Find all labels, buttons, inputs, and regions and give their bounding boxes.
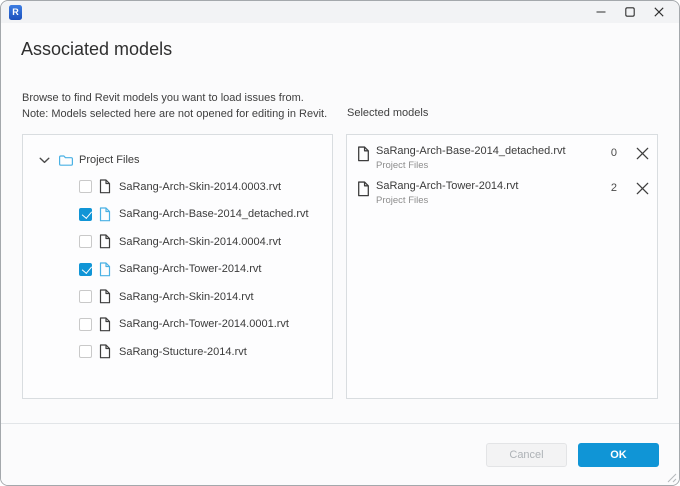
checkbox[interactable] xyxy=(79,345,92,358)
tree-item-label: SaRang-Arch-Skin-2014.0003.rvt xyxy=(119,181,281,193)
file-icon xyxy=(99,317,111,332)
tree-item-label: SaRang-Stucture-2014.rvt xyxy=(119,346,247,358)
tree-item-label: SaRang-Arch-Skin-2014.0004.rvt xyxy=(119,236,281,248)
selected-model-name: SaRang-Arch-Base-2014_detached.rvt xyxy=(376,145,603,157)
checkbox[interactable] xyxy=(79,290,92,303)
tree-root-label: Project Files xyxy=(79,154,140,166)
tree-item-label: SaRang-Arch-Tower-2014.0001.rvt xyxy=(119,318,289,330)
file-icon xyxy=(99,262,111,277)
folder-icon xyxy=(58,154,74,167)
tree-item[interactable]: SaRang-Arch-Tower-2014.0001.rvt xyxy=(23,311,332,339)
selected-models-label: Selected models xyxy=(347,107,428,119)
remove-model-button[interactable] xyxy=(635,181,650,196)
cancel-button[interactable]: Cancel xyxy=(486,443,567,467)
ok-button[interactable]: OK xyxy=(578,443,659,467)
tree-root-project-files[interactable]: Project Files xyxy=(23,147,332,173)
tree-item-label: SaRang-Arch-Tower-2014.rvt xyxy=(119,263,261,275)
chevron-down-icon[interactable] xyxy=(39,157,50,164)
dialog-footer: Cancel OK xyxy=(1,423,679,485)
tree-item[interactable]: SaRang-Arch-Skin-2014.rvt xyxy=(23,283,332,311)
selected-model-location: Project Files xyxy=(376,160,603,171)
close-button[interactable] xyxy=(644,2,673,22)
tree-item[interactable]: SaRang-Arch-Tower-2014.rvt xyxy=(23,256,332,284)
selected-models-panel: SaRang-Arch-Base-2014_detached.rvt Proje… xyxy=(346,134,658,399)
tree-item[interactable]: SaRang-Arch-Base-2014_detached.rvt xyxy=(23,201,332,229)
issue-count: 0 xyxy=(603,147,617,159)
tree-item[interactable]: SaRang-Arch-Skin-2014.0003.rvt xyxy=(23,173,332,201)
file-icon xyxy=(99,234,111,249)
tree-item-label: SaRang-Arch-Skin-2014.rvt xyxy=(119,291,254,303)
selected-model-name: SaRang-Arch-Tower-2014.rvt xyxy=(376,180,603,192)
checkbox[interactable] xyxy=(79,235,92,248)
file-icon xyxy=(357,146,370,162)
selected-model-item: SaRang-Arch-Base-2014_detached.rvt Proje… xyxy=(347,142,657,177)
selected-model-location: Project Files xyxy=(376,195,603,206)
page-title: Associated models xyxy=(21,39,659,60)
title-bar: R xyxy=(1,1,679,23)
instructions: Browse to find Revit models you want to … xyxy=(22,91,333,134)
checkbox[interactable] xyxy=(79,208,92,221)
checkbox[interactable] xyxy=(79,180,92,193)
checkbox[interactable] xyxy=(79,263,92,276)
selected-model-item: SaRang-Arch-Tower-2014.rvt Project Files… xyxy=(347,177,657,212)
issue-count: 2 xyxy=(603,182,617,194)
resize-grip[interactable] xyxy=(666,472,677,483)
associated-models-dialog: R Associated models Browse to find Revit… xyxy=(0,0,680,486)
tree-item[interactable]: SaRang-Arch-Skin-2014.0004.rvt xyxy=(23,228,332,256)
tree-item-label: SaRang-Arch-Base-2014_detached.rvt xyxy=(119,208,309,220)
remove-model-button[interactable] xyxy=(635,146,650,161)
checkbox[interactable] xyxy=(79,318,92,331)
revit-app-icon: R xyxy=(9,5,22,20)
file-icon xyxy=(99,344,111,359)
window-controls xyxy=(586,2,679,22)
instructions-line1: Browse to find Revit models you want to … xyxy=(22,92,304,104)
minimize-button[interactable] xyxy=(586,2,615,22)
instructions-line2: Note: Models selected here are not opene… xyxy=(22,108,327,120)
file-icon xyxy=(99,179,111,194)
file-icon xyxy=(99,207,111,222)
file-icon xyxy=(99,289,111,304)
tree-item[interactable]: SaRang-Stucture-2014.rvt xyxy=(23,338,332,366)
dialog-body: Browse to find Revit models you want to … xyxy=(1,91,679,399)
maximize-button[interactable] xyxy=(615,2,644,22)
file-icon xyxy=(357,181,370,197)
model-tree-panel: Project Files SaRang-Arch-Skin-2014.0003… xyxy=(22,134,333,399)
